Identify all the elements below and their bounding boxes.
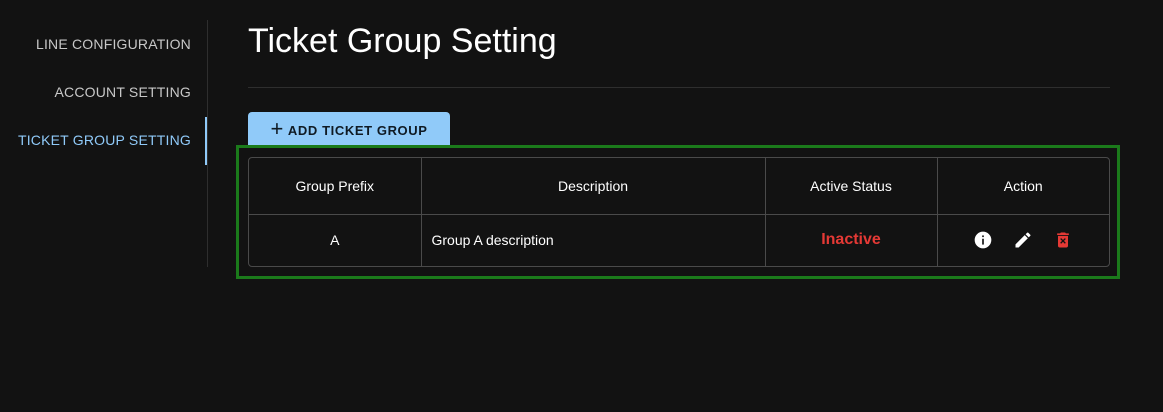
edit-icon[interactable] <box>1012 229 1034 251</box>
header-active-status: Active Status <box>765 158 938 214</box>
cell-active-status: Inactive <box>765 214 938 266</box>
status-badge: Inactive <box>821 231 881 249</box>
sidebar: LINE CONFIGURATION ACCOUNT SETTING TICKE… <box>0 20 208 267</box>
sidebar-item-account-setting[interactable]: ACCOUNT SETTING <box>54 68 191 116</box>
sidebar-item-line-configuration[interactable]: LINE CONFIGURATION <box>36 20 191 68</box>
sidebar-item-ticket-group-setting[interactable]: TICKET GROUP SETTING <box>18 116 191 164</box>
header-action: Action <box>1003 177 1043 194</box>
table-header-row: Group Prefix Description Active Status A… <box>249 158 1109 214</box>
info-icon[interactable] <box>972 229 994 251</box>
plus-icon: + <box>270 116 284 141</box>
sidebar-active-indicator <box>205 117 207 165</box>
sidebar-item-label: TICKET GROUP SETTING <box>17 132 191 148</box>
header-group-prefix: Group Prefix <box>249 158 422 214</box>
cell-description: Group A description <box>421 214 766 266</box>
page-title: Ticket Group Setting <box>248 22 557 60</box>
cell-actions <box>937 214 1109 266</box>
title-divider <box>248 87 1110 88</box>
cell-group-prefix: A <box>249 214 422 266</box>
header-description: Description <box>421 158 766 214</box>
add-ticket-group-button[interactable]: + ADD TICKET GROUP <box>248 112 450 148</box>
sidebar-item-label: ACCOUNT SETTING <box>54 84 191 100</box>
add-ticket-group-label: ADD TICKET GROUP <box>287 122 428 138</box>
table-row: A Group A description Inactive <box>249 214 1109 266</box>
sidebar-item-label: LINE CONFIGURATION <box>35 36 191 52</box>
delete-icon[interactable] <box>1052 229 1074 251</box>
ticket-group-table: Group Prefix Description Active Status A… <box>248 157 1110 267</box>
